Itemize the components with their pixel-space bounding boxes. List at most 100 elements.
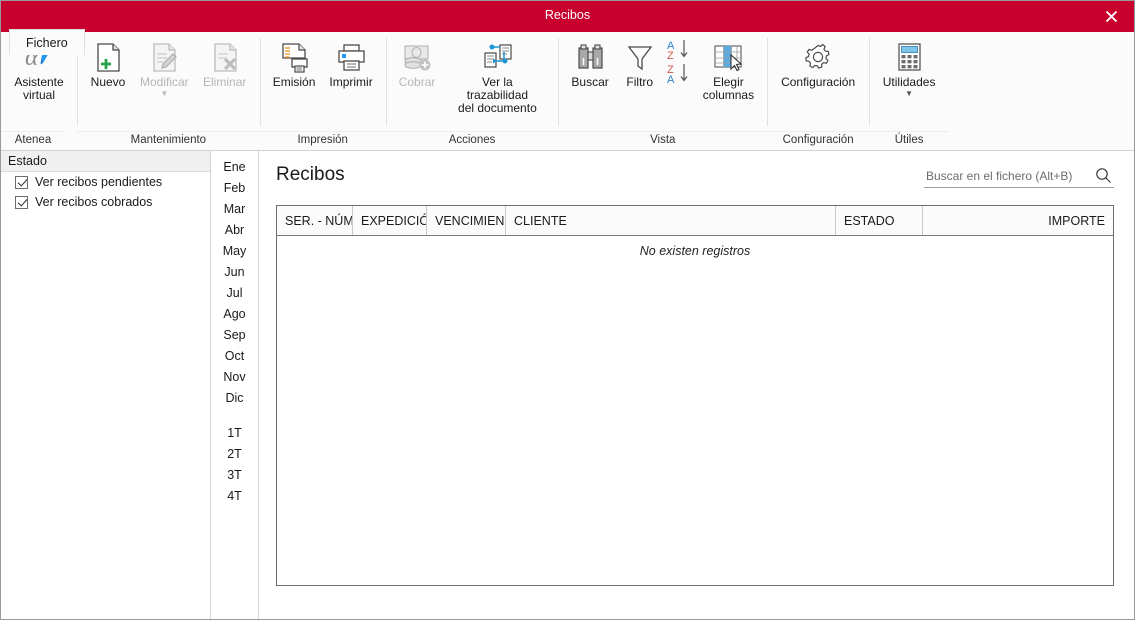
ribbon-button-nuevo[interactable]: Nuevo — [83, 37, 133, 89]
ribbon-group-vista: Buscar Filtro A Z Z A Elegir columnas Vi… — [558, 32, 768, 150]
grid-header-row: SER. - NÚM. EXPEDICIÓN VENCIMIEN... CLIE… — [277, 206, 1113, 236]
period-item-ago[interactable]: Ago — [211, 304, 258, 325]
ribbon-group-acciones: Cobrar Ver la trazabilidad del documento… — [385, 32, 559, 150]
ribbon-label-cobrar: Cobrar — [398, 75, 436, 89]
document-printer-icon — [277, 40, 311, 74]
period-item-oct[interactable]: Oct — [211, 346, 258, 367]
recibos-grid: SER. - NÚM. EXPEDICIÓN VENCIMIEN... CLIE… — [276, 205, 1114, 586]
tab-fichero[interactable]: Fichero — [9, 29, 85, 55]
ribbon-button-eliminar[interactable]: Eliminar — [196, 37, 254, 89]
period-item-sep[interactable]: Sep — [211, 325, 258, 346]
period-item-jun[interactable]: Jun — [211, 262, 258, 283]
ribbon-tabstrip: Fichero — [9, 29, 85, 55]
period-item-3t[interactable]: 3T — [211, 465, 258, 486]
close-icon[interactable] — [1088, 1, 1134, 32]
period-item-abr[interactable]: Abr — [211, 220, 258, 241]
window-title: Recibos — [544, 8, 591, 22]
period-item-ene[interactable]: Ene — [211, 157, 258, 178]
ribbon-button-utilidades[interactable]: Utilidades ▼ — [875, 37, 943, 98]
column-header-vencimiento[interactable]: VENCIMIEN... — [427, 206, 506, 235]
period-selector: Ene Feb Mar Abr May Jun Jul Ago Sep Oct … — [211, 151, 259, 619]
ribbon-group-configuracion: Configuración Configuración — [767, 32, 870, 150]
ribbon-label-filtro: Filtro — [626, 75, 654, 89]
choose-columns-icon — [711, 40, 745, 74]
period-item-feb[interactable]: Feb — [211, 178, 258, 199]
ribbon-label-ver-trazabilidad: Ver la trazabilidad del documento — [458, 75, 537, 115]
ribbon-button-emision[interactable]: Emisión — [266, 37, 323, 89]
application-window: Recibos Fichero α Asistente virtual Aten… — [0, 0, 1135, 620]
money-coins-plus-icon — [400, 40, 434, 74]
ribbon-label-buscar: Buscar — [571, 75, 609, 89]
ribbon-label-nuevo: Nuevo — [90, 75, 126, 89]
sort-az-za-icon: A Z Z A — [666, 36, 694, 88]
period-item-may[interactable]: May — [211, 241, 258, 262]
ribbon-group-label-atenea: Atenea — [1, 131, 65, 150]
chevron-down-icon[interactable]: ▼ — [160, 90, 168, 98]
ribbon-group-utiles: Utilidades ▼ Útiles — [869, 32, 950, 150]
checkbox-label-cobrados: Ver recibos cobrados — [35, 195, 153, 209]
checkbox-label-pendientes: Ver recibos pendientes — [35, 175, 163, 189]
ribbon-label-asistente-virtual: Asistente virtual — [14, 75, 64, 102]
period-item-jul[interactable]: Jul — [211, 283, 258, 304]
ribbon-button-ver-trazabilidad[interactable]: Ver la trazabilidad del documento — [442, 37, 552, 115]
ribbon-label-configuracion: Configuración — [781, 75, 856, 89]
period-item-nov[interactable]: Nov — [211, 367, 258, 388]
ribbon-group-label-mantenimiento: Mantenimiento — [77, 131, 260, 150]
period-item-2t[interactable]: 2T — [211, 444, 258, 465]
ribbon-button-ordenar[interactable]: A Z Z A — [664, 37, 696, 90]
chevron-down-icon[interactable]: ▼ — [905, 90, 913, 98]
checkbox-icon[interactable] — [15, 175, 28, 189]
search-input[interactable] — [926, 168, 1087, 183]
document-plus-icon — [91, 40, 125, 74]
period-item-dic[interactable]: Dic — [211, 388, 258, 409]
gear-icon — [801, 40, 835, 74]
ribbon-button-configuracion[interactable]: Configuración — [773, 37, 863, 89]
ribbon-group-label-utiles: Útiles — [869, 131, 950, 150]
column-header-serie-num[interactable]: SER. - NÚM. — [277, 206, 353, 235]
printer-icon — [334, 40, 368, 74]
ribbon-button-elegir-columnas[interactable]: Elegir columnas — [696, 37, 761, 102]
ribbon-button-cobrar[interactable]: Cobrar — [392, 37, 443, 89]
ribbon-button-buscar[interactable]: Buscar — [564, 37, 615, 89]
column-header-estado[interactable]: ESTADO — [836, 206, 923, 235]
period-item-1t[interactable]: 1T — [211, 423, 258, 444]
ribbon-button-filtro[interactable]: Filtro — [616, 37, 664, 89]
ribbon-group-label-vista: Vista — [558, 131, 768, 150]
ribbon-label-utilidades: Utilidades — [882, 75, 936, 89]
main-content: Recibos SER. - NÚM. EXPEDICIÓN VENCIMIE — [259, 151, 1134, 619]
period-item-4t[interactable]: 4T — [211, 486, 258, 507]
svg-text:A: A — [667, 74, 675, 86]
binoculars-icon — [573, 40, 607, 74]
title-bar: Recibos Fichero — [1, 1, 1134, 55]
search-box[interactable] — [924, 167, 1114, 188]
ribbon: α Asistente virtual Atenea Nuevo Modific… — [1, 32, 1134, 151]
ribbon-label-eliminar: Eliminar — [203, 75, 247, 89]
period-item-mar[interactable]: Mar — [211, 199, 258, 220]
page-title: Recibos — [276, 164, 345, 185]
document-x-icon — [208, 40, 242, 74]
ribbon-label-emision: Emisión — [272, 75, 316, 89]
checkbox-ver-recibos-cobrados[interactable]: Ver recibos cobrados — [1, 192, 210, 212]
estado-filter-panel: Estado Ver recibos pendientes Ver recibo… — [1, 151, 211, 619]
calculator-icon — [892, 40, 926, 74]
svg-text:Z: Z — [667, 50, 674, 62]
column-header-cliente[interactable]: CLIENTE — [506, 206, 836, 235]
workspace: Estado Ver recibos pendientes Ver recibo… — [1, 151, 1134, 619]
content-header: Recibos — [276, 161, 1114, 205]
ribbon-group-impresion: Emisión Imprimir Impresión — [259, 32, 386, 150]
checkbox-icon[interactable] — [15, 195, 28, 209]
document-pencil-icon — [147, 40, 181, 74]
ribbon-group-label-acciones: Acciones — [385, 131, 559, 150]
ribbon-label-elegir-columnas: Elegir columnas — [702, 75, 755, 102]
column-header-expedicion[interactable]: EXPEDICIÓN — [353, 206, 427, 235]
grid-empty-message: No existen registros — [639, 244, 751, 258]
traceability-icon — [480, 40, 514, 74]
column-header-importe[interactable]: IMPORTE — [923, 206, 1113, 235]
ribbon-button-modificar[interactable]: Modificar ▼ — [133, 37, 196, 98]
ribbon-group-label-configuracion: Configuración — [767, 131, 870, 150]
ribbon-button-imprimir[interactable]: Imprimir — [322, 37, 379, 89]
ribbon-group-label-impresion: Impresión — [259, 131, 386, 150]
checkbox-ver-recibos-pendientes[interactable]: Ver recibos pendientes — [1, 172, 210, 192]
search-icon[interactable] — [1095, 167, 1112, 184]
ribbon-label-modificar: Modificar — [140, 75, 189, 89]
